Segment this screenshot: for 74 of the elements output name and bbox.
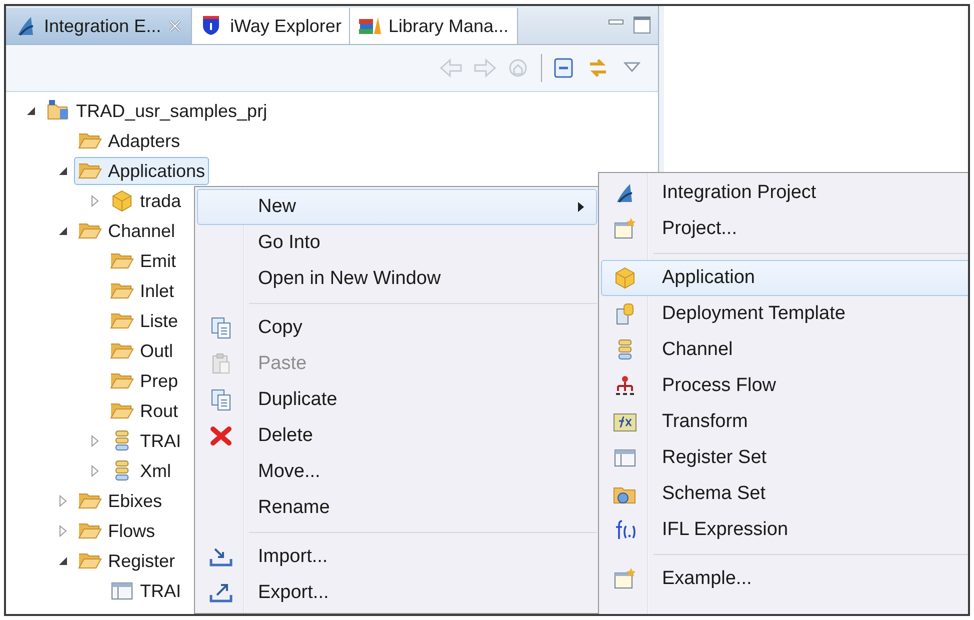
menu-item[interactable]: Export... xyxy=(197,575,597,611)
menu-item[interactable]: Transform xyxy=(601,404,968,440)
tree-item[interactable]: Emit xyxy=(106,247,180,275)
function-icon xyxy=(613,518,637,542)
tree-item-label: Emit xyxy=(140,250,176,272)
menu-item[interactable]: Process Flow xyxy=(601,368,968,404)
tree-item[interactable]: Register xyxy=(74,547,180,575)
window-star-icon xyxy=(613,567,637,591)
tree-item-label: Rout xyxy=(140,400,178,422)
menu-item[interactable]: Import... xyxy=(197,539,597,575)
menu-item[interactable]: Duplicate xyxy=(197,382,597,418)
tree-item-label: Liste xyxy=(140,310,178,332)
tree-item-label: Outl xyxy=(140,340,174,362)
menu-item[interactable]: Open in New Window xyxy=(197,261,597,297)
cube-icon xyxy=(613,266,637,290)
menu-item[interactable]: Integration Project xyxy=(601,175,968,211)
tree-item-label: Channel xyxy=(108,220,176,242)
tree-item[interactable]: Rout xyxy=(106,397,182,425)
tab-label: iWay Explorer xyxy=(230,16,342,36)
tab[interactable]: Library Mana... xyxy=(350,8,518,44)
tree-item-label: Prep xyxy=(140,370,178,392)
menu-item[interactable]: Delete xyxy=(197,418,597,454)
tree-item-label: TRAD_usr_samples_prj xyxy=(76,100,268,122)
tree-item-label: trada xyxy=(140,190,182,212)
tree-item[interactable]: TRAD_usr_samples_prj xyxy=(42,97,272,125)
tree-item-label: TRAI xyxy=(140,580,182,602)
collapse-all-icon[interactable] xyxy=(552,56,576,80)
menu-item[interactable]: Rename xyxy=(197,490,597,526)
tree-item[interactable]: Prep xyxy=(106,367,182,395)
tree-item[interactable]: Outl xyxy=(106,337,178,365)
menu-item[interactable]: Example... xyxy=(601,561,968,597)
tab[interactable]: Integration E... xyxy=(6,8,192,44)
tree-item-label: Adapters xyxy=(108,130,180,152)
tree-item[interactable]: Adapters xyxy=(74,127,184,155)
window-star-icon xyxy=(613,217,637,241)
menu-item[interactable]: Copy xyxy=(197,310,597,346)
tree-item[interactable]: TRAI xyxy=(106,577,186,605)
menu-item[interactable]: Deployment Template xyxy=(601,296,968,332)
menu-item[interactable]: Application xyxy=(601,260,968,296)
tree-item[interactable]: trada xyxy=(106,187,186,215)
menu-item[interactable]: IFL Expression xyxy=(601,512,968,548)
menu-item[interactable]: Project... xyxy=(601,211,968,247)
tree-item[interactable]: Flows xyxy=(74,517,160,545)
menu-item[interactable]: Move... xyxy=(197,454,597,490)
flowchart-icon xyxy=(613,374,637,398)
tree-item-label: Xml xyxy=(140,460,171,482)
menu-item[interactable]: Channel xyxy=(601,332,968,368)
delete-icon xyxy=(209,424,233,448)
tab-label: Integration E... xyxy=(44,16,162,36)
menu-item[interactable]: New xyxy=(197,189,597,225)
tree-item[interactable]: Applications xyxy=(74,157,210,185)
tree-item[interactable]: Channel xyxy=(74,217,180,245)
tree-item-label: TRAI xyxy=(140,430,182,452)
menu-item[interactable]: Schema Set xyxy=(601,476,968,512)
menu-item[interactable]: Go Into xyxy=(197,225,597,261)
tree-item-label: Applications xyxy=(108,160,206,182)
tab[interactable]: iWay Explorer xyxy=(192,8,350,44)
tab-label: Library Mana... xyxy=(388,16,508,36)
copy-icon xyxy=(209,388,233,412)
tree-item[interactable]: Inlet xyxy=(106,277,178,305)
tree-item-label: Register xyxy=(108,550,176,572)
tree-item[interactable]: TRAI xyxy=(106,427,186,455)
menu-item[interactable]: Register Set xyxy=(601,440,968,476)
copy-icon xyxy=(209,316,233,340)
maximize-icon[interactable] xyxy=(632,15,652,35)
export-icon xyxy=(209,581,233,605)
cube-icon xyxy=(110,189,134,213)
tree-item[interactable]: Liste xyxy=(106,307,182,335)
tree-item-label: Ebixes xyxy=(108,490,162,512)
tree-item-label: Flows xyxy=(108,520,156,542)
tree-item[interactable]: Xml xyxy=(106,457,175,485)
tree-item-label: Inlet xyxy=(140,280,174,302)
tree-item[interactable]: Ebixes xyxy=(74,487,166,515)
close-icon[interactable] xyxy=(167,18,184,34)
